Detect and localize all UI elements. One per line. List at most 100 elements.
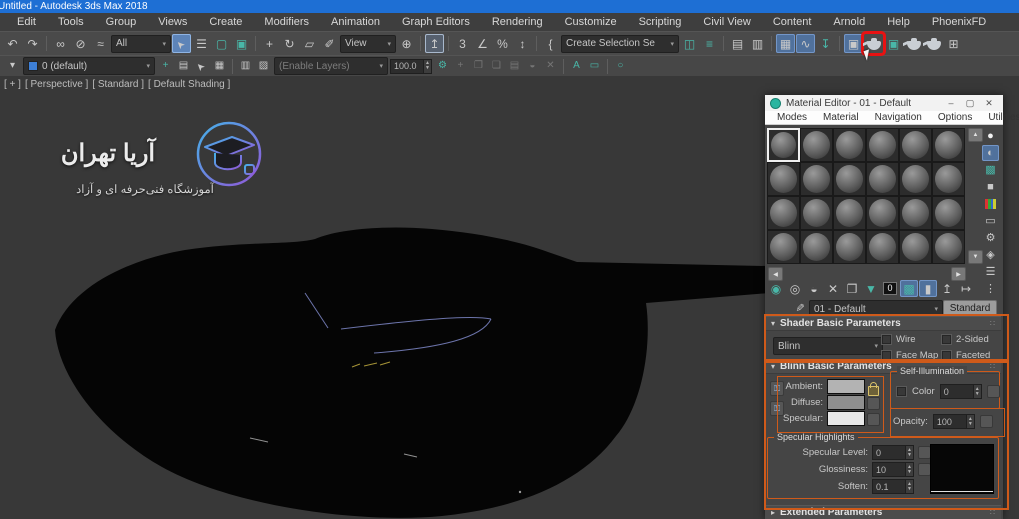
- sample-slot-19[interactable]: [767, 230, 800, 264]
- layer-list-flyout-icon[interactable]: ▾: [4, 58, 21, 74]
- grid-settings-icon[interactable]: A: [568, 58, 585, 74]
- menu-scripting[interactable]: Scripting: [628, 13, 693, 31]
- me-menu-utilities[interactable]: Utilities: [980, 111, 1019, 125]
- slots-scroll-right-button[interactable]: ▶: [951, 267, 966, 281]
- layer-manager-icon[interactable]: ▤: [728, 34, 747, 53]
- maximize-button[interactable]: ▢: [961, 96, 979, 110]
- material-editor-titlebar[interactable]: Material Editor - 01 - Default – ▢ ✕: [765, 95, 1003, 111]
- isolate-selection-icon[interactable]: ○: [612, 58, 629, 74]
- material-editor-options-icon[interactable]: ⚙: [982, 230, 999, 246]
- self-illumination-map-button[interactable]: [986, 385, 1000, 398]
- spinner-arrows[interactable]: ▲ ▼: [906, 479, 914, 494]
- selection-filter-dropdown[interactable]: All ▾: [111, 34, 171, 53]
- menu-views[interactable]: Views: [147, 13, 198, 31]
- render-setup-icon[interactable]: ▣: [844, 34, 863, 53]
- param-value[interactable]: 0: [872, 445, 906, 460]
- specular-levelmap-button[interactable]: [917, 446, 931, 459]
- spinner-snap-toggle-icon[interactable]: ↕: [513, 34, 532, 53]
- unlink-selection-icon[interactable]: ⊘: [71, 34, 90, 53]
- sample-slot-2[interactable]: [800, 128, 833, 162]
- diffuse-map-button[interactable]: [867, 397, 880, 410]
- menu-phoenixfd[interactable]: PhoenixFD: [921, 13, 997, 31]
- angle-snap-toggle-icon[interactable]: ∠: [473, 34, 492, 53]
- spinner-down-icon[interactable]: ▼: [968, 421, 973, 427]
- lock-diffuse-specular-button[interactable]: ⚿: [770, 401, 784, 416]
- spinner-arrows[interactable]: ▲ ▼: [906, 445, 914, 460]
- reset-map-icon[interactable]: ✕: [824, 280, 842, 297]
- reference-coordinate-dropdown[interactable]: View ▾: [340, 34, 396, 53]
- go-forward-to-sibling-icon[interactable]: ↦: [957, 280, 975, 297]
- menu-create[interactable]: Create: [198, 13, 253, 31]
- sample-slot-5[interactable]: [899, 128, 932, 162]
- select-object-icon[interactable]: ➤: [172, 34, 191, 53]
- spinner-arrows[interactable]: ▲ ▼: [966, 414, 975, 429]
- percent-value[interactable]: 100.0: [390, 58, 424, 74]
- active-layer-dropdown[interactable]: 0 (default) ▾: [23, 57, 155, 75]
- scene-explorer-icon[interactable]: ▥: [748, 34, 767, 53]
- edit-named-selection-sets-icon[interactable]: {: [541, 34, 560, 53]
- sample-slot-8[interactable]: [800, 162, 833, 196]
- sample-slot-3[interactable]: [833, 128, 866, 162]
- sample-slot-10[interactable]: [866, 162, 899, 196]
- rectangular-selection-region-icon[interactable]: ▢: [212, 34, 231, 53]
- self-illumination-color-checkbox[interactable]: [896, 386, 907, 397]
- measure-tool-icon[interactable]: ▭: [586, 58, 603, 74]
- create-new-layer-icon[interactable]: +: [157, 58, 174, 74]
- named-selection-set-dropdown[interactable]: Create Selection Se ▾: [561, 34, 679, 53]
- show-end-result-icon[interactable]: ▮: [919, 280, 937, 297]
- sample-slot-1[interactable]: [767, 128, 800, 162]
- viewport-label-item[interactable]: [ + ]: [4, 79, 21, 90]
- percent-spinner[interactable]: 100.0 ▲ ▼: [390, 58, 432, 74]
- ambient-color-swatch[interactable]: [827, 378, 865, 394]
- spinner-arrows[interactable]: ▲ ▼: [424, 58, 432, 74]
- param-value[interactable]: 10: [872, 462, 906, 477]
- sample-type-sphere-icon[interactable]: ●: [982, 128, 999, 144]
- spinner-down-icon[interactable]: ▼: [975, 391, 980, 397]
- checkbox-2-sided[interactable]: 2-Sided: [941, 334, 999, 345]
- sample-slot-23[interactable]: [899, 230, 932, 264]
- rollout-shader-basic-parameters[interactable]: ▾ Shader Basic Parameters ∷: [765, 316, 1001, 331]
- select-and-move-icon[interactable]: +: [260, 34, 279, 53]
- sample-slot-11[interactable]: [899, 162, 932, 196]
- spinner-down-icon[interactable]: ▼: [907, 452, 912, 458]
- menu-graph-editors[interactable]: Graph Editors: [391, 13, 481, 31]
- sample-uv-tiling-icon[interactable]: ■: [982, 179, 999, 195]
- minimize-button[interactable]: –: [942, 96, 960, 110]
- put-to-library-icon[interactable]: ▼: [862, 280, 880, 297]
- percent-snap-toggle-icon[interactable]: %: [493, 34, 512, 53]
- paste-state-icon[interactable]: ❏: [488, 58, 505, 74]
- bind-to-space-warp-icon[interactable]: ≈: [91, 34, 110, 53]
- state-sets-icon[interactable]: ⊞: [944, 34, 963, 53]
- layer-properties-icon[interactable]: ⚙: [434, 58, 451, 74]
- align-icon[interactable]: ≡: [700, 34, 719, 53]
- spinner-arrows[interactable]: ▲ ▼: [906, 462, 914, 477]
- add-selection-to-layer-icon[interactable]: ▤: [175, 58, 192, 74]
- go-to-parent-icon[interactable]: ↥: [938, 280, 956, 297]
- freeze-layer-icon[interactable]: ▨: [255, 58, 272, 74]
- sample-slot-20[interactable]: [800, 230, 833, 264]
- render-in-cloud-icon[interactable]: [924, 34, 943, 53]
- select-and-place-icon[interactable]: ✐: [320, 34, 339, 53]
- viewport-label-perspective[interactable]: [ Perspective ]: [25, 79, 88, 90]
- sample-slot-14[interactable]: [800, 196, 833, 230]
- self-illumination-value[interactable]: 0: [939, 384, 974, 399]
- menu-modifiers[interactable]: Modifiers: [253, 13, 320, 31]
- self-illumination-spinner[interactable]: 0 ▲ ▼: [939, 384, 982, 399]
- menu-help[interactable]: Help: [876, 13, 921, 31]
- spinner-arrows[interactable]: ▲ ▼: [973, 384, 982, 399]
- specular-levelspinner[interactable]: 0 ▲ ▼: [872, 445, 914, 460]
- select-and-link-icon[interactable]: ∞: [51, 34, 70, 53]
- viewport-label-default-shading[interactable]: [ Default Shading ]: [148, 79, 230, 90]
- param-value[interactable]: 0.1: [872, 479, 906, 494]
- close-button[interactable]: ✕: [980, 96, 998, 110]
- sample-slot-17[interactable]: [899, 196, 932, 230]
- ambient-diffuse-lock-icon[interactable]: [868, 382, 879, 396]
- shader-type-dropdown[interactable]: Blinn ▾: [773, 337, 883, 355]
- sample-slot-12[interactable]: [932, 162, 965, 196]
- toggle-layer-explorer-icon[interactable]: ▦: [776, 34, 795, 53]
- sample-slot-16[interactable]: [866, 196, 899, 230]
- sample-slot-21[interactable]: [833, 230, 866, 264]
- sample-slot-9[interactable]: [833, 162, 866, 196]
- delete-state-icon[interactable]: ✕: [542, 58, 559, 74]
- diffuse-color-swatch[interactable]: [827, 394, 865, 410]
